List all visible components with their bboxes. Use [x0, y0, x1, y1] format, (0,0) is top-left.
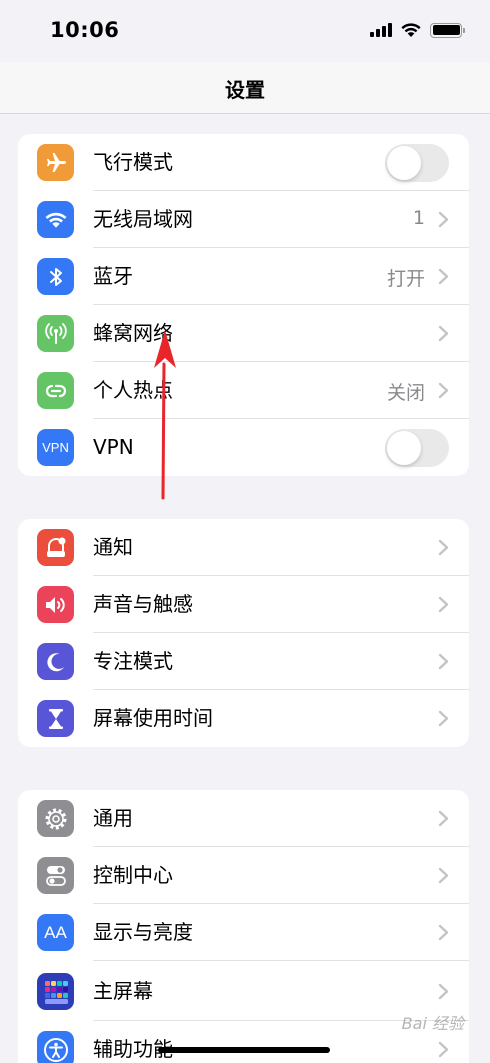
row-bluetooth[interactable]: 蓝牙 打开	[18, 248, 469, 305]
moon-icon	[37, 643, 74, 680]
row-control-center[interactable]: 控制中心	[18, 847, 469, 904]
row-display-brightness[interactable]: AA 显示与亮度	[18, 904, 469, 961]
chevron-right-icon	[438, 1041, 449, 1058]
cellular-icon	[37, 315, 74, 352]
row-personal-hotspot[interactable]: 个人热点 关闭	[18, 362, 469, 419]
switches-icon	[37, 857, 74, 894]
row-label: 通知	[93, 535, 133, 559]
row-value: 打开	[386, 268, 425, 290]
hourglass-icon	[37, 700, 74, 737]
cellular-signal-icon	[370, 23, 392, 37]
chevron-right-icon	[438, 382, 449, 399]
airplane-icon	[37, 144, 74, 181]
vpn-toggle[interactable]	[385, 429, 449, 467]
bluetooth-icon	[37, 258, 74, 295]
chevron-right-icon	[438, 924, 449, 941]
chevron-right-icon	[438, 596, 449, 613]
chevron-right-icon	[438, 539, 449, 556]
row-label: 无线局域网	[93, 207, 193, 231]
hotspot-icon	[37, 372, 74, 409]
wifi-status-icon	[401, 23, 421, 37]
chevron-right-icon	[438, 810, 449, 827]
gear-icon	[37, 800, 74, 837]
row-notifications[interactable]: 通知	[18, 519, 469, 576]
row-label: 专注模式	[93, 649, 173, 673]
row-focus[interactable]: 专注模式	[18, 633, 469, 690]
row-label: 显示与亮度	[93, 920, 193, 944]
annotation-arrow-icon	[154, 330, 176, 500]
chevron-right-icon	[438, 983, 449, 1000]
battery-icon	[430, 22, 465, 38]
row-value: 关闭	[386, 382, 425, 404]
row-label: 屏幕使用时间	[93, 706, 213, 730]
row-label: 飞行模式	[93, 150, 173, 174]
settings-group-notifications: 通知 声音与触感 专注模式 屏幕使用时间	[18, 519, 469, 747]
chevron-right-icon	[438, 268, 449, 285]
chevron-right-icon	[438, 653, 449, 670]
chevron-right-icon	[438, 211, 449, 228]
row-label: 通用	[93, 806, 133, 830]
accessibility-icon	[37, 1031, 74, 1063]
status-time: 10:06	[50, 18, 120, 42]
speaker-icon	[37, 586, 74, 623]
home-indicator[interactable]	[158, 1047, 330, 1053]
settings-group-connectivity: 飞行模式 无线局域网 1 蓝牙 打开 蜂窝网络 个人热点 关闭 VPN VPN	[18, 134, 469, 476]
row-airplane-mode[interactable]: 飞行模式	[18, 134, 469, 191]
watermark: Bai 经验	[401, 1014, 464, 1033]
row-label: 声音与触感	[93, 592, 193, 616]
text-size-icon: AA	[37, 914, 74, 951]
row-label: 蓝牙	[93, 264, 133, 288]
row-sounds-haptics[interactable]: 声音与触感	[18, 576, 469, 633]
status-icons	[370, 22, 465, 38]
chevron-right-icon	[438, 867, 449, 884]
row-value: 1	[412, 207, 425, 229]
page-title: 设置	[225, 78, 265, 102]
row-vpn[interactable]: VPN VPN	[18, 419, 469, 476]
row-label: 主屏幕	[93, 979, 153, 1003]
home-grid-icon	[37, 973, 74, 1010]
navigation-bar: 设置	[0, 62, 490, 114]
notifications-icon	[37, 529, 74, 566]
chevron-right-icon	[438, 710, 449, 727]
wifi-icon	[37, 201, 74, 238]
chevron-right-icon	[438, 325, 449, 342]
airplane-mode-toggle[interactable]	[385, 144, 449, 182]
status-bar: 10:06	[0, 0, 490, 62]
row-cellular[interactable]: 蜂窝网络	[18, 305, 469, 362]
row-label: 控制中心	[93, 863, 173, 887]
vpn-icon: VPN	[37, 429, 74, 466]
row-label: VPN	[93, 435, 134, 459]
row-screen-time[interactable]: 屏幕使用时间	[18, 690, 469, 747]
row-wifi[interactable]: 无线局域网 1	[18, 191, 469, 248]
row-general[interactable]: 通用	[18, 790, 469, 847]
